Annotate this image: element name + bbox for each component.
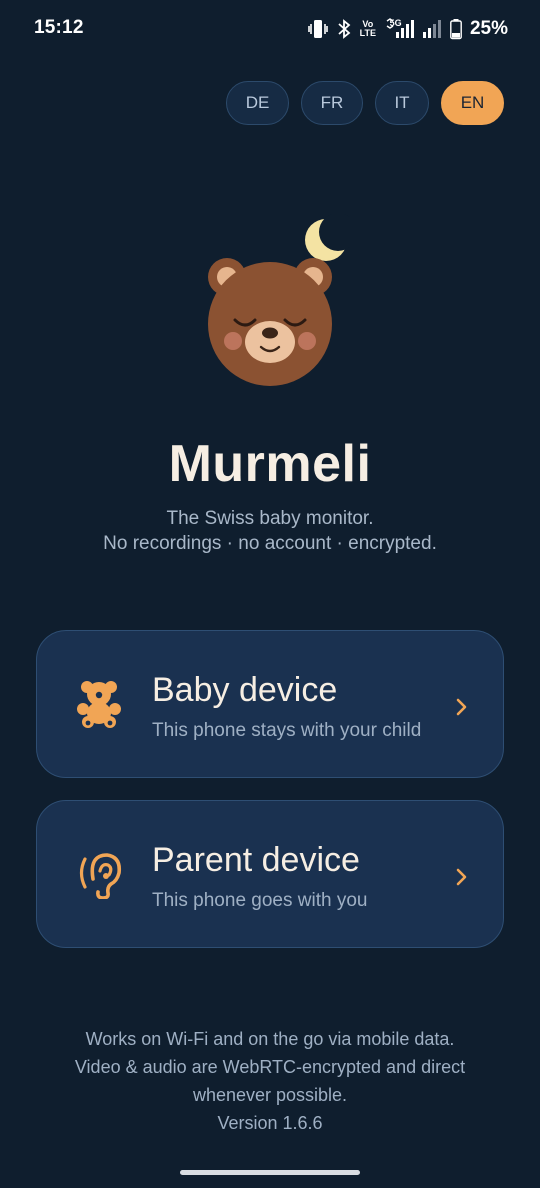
lang-button-en[interactable]: EN [441, 81, 504, 125]
footer-line-2: Video & audio are WebRTC-encrypted and d… [74, 1057, 466, 1077]
status-icons: Vo LTE 5G 25% [307, 16, 508, 42]
battery-percent: 25% [469, 18, 508, 39]
network-type-label: 5G [389, 18, 402, 28]
app-title: Murmeli [168, 435, 372, 493]
parent-device-button[interactable]: Parent device This phone goes with you [36, 800, 504, 948]
ear-icon [75, 849, 125, 900]
signal-icon [422, 18, 442, 40]
footer-line-1: Works on Wi-Fi and on the go via mobile … [85, 1029, 455, 1049]
status-time: 15:12 [34, 17, 84, 38]
tagline: The Swiss baby monitor. No recordings · … [0, 506, 540, 556]
home-indicator[interactable] [180, 1170, 360, 1175]
lang-button-fr[interactable]: FR [301, 81, 363, 125]
language-selector: DE FR IT EN [226, 81, 504, 125]
battery-icon [450, 18, 462, 40]
baby-device-title: Baby device [152, 671, 338, 709]
volte-bottom-label: LTE [359, 28, 376, 38]
baby-device-button[interactable]: Baby device This phone stays with your c… [36, 630, 504, 778]
vibrate-icon [307, 18, 328, 40]
moon-icon [305, 213, 357, 261]
app-version: Version 1.6.6 [217, 1113, 323, 1133]
volte-icon: Vo LTE [360, 20, 376, 38]
baby-device-subtitle: This phone stays with your child [152, 720, 422, 741]
footer-line-3: whenever possible. [192, 1085, 348, 1105]
bear-logo [200, 213, 357, 390]
parent-device-title: Parent device [152, 841, 360, 879]
status-bar: 15:12 Vo LTE 5G 25% [0, 0, 540, 60]
chevron-right-icon [455, 697, 469, 717]
lang-button-de[interactable]: DE [226, 81, 289, 125]
tagline-line-2: No recordings · no account · encrypted. [103, 533, 437, 554]
parent-device-subtitle: This phone goes with you [152, 890, 368, 911]
bluetooth-icon [336, 18, 352, 40]
teddy-bear-icon [75, 679, 125, 729]
chevron-right-icon [455, 867, 469, 887]
tagline-line-1: The Swiss baby monitor. [166, 508, 374, 529]
lang-button-it[interactable]: IT [375, 81, 429, 125]
footer-info: Works on Wi-Fi and on the go via mobile … [0, 1025, 540, 1137]
